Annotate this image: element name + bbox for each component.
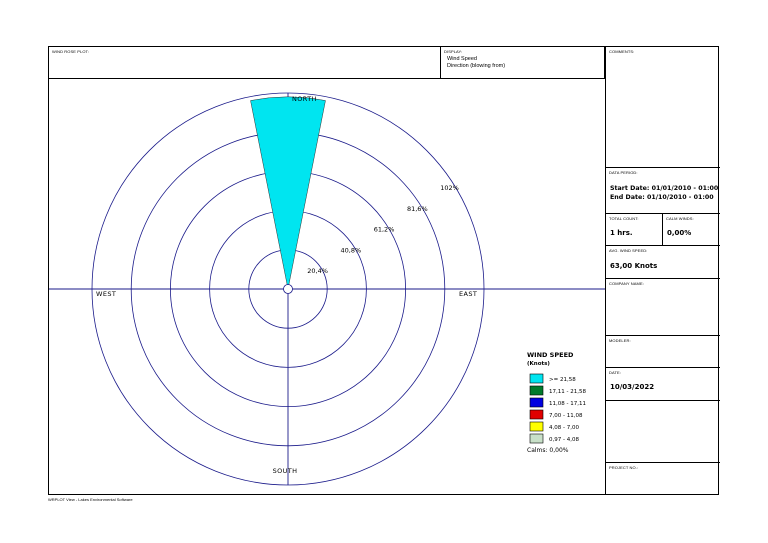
east-label: EAST xyxy=(459,290,477,298)
legend-swatch-4 xyxy=(529,409,544,420)
comments-box: COMMENTS: xyxy=(606,47,720,168)
data-period-caption: DATA PERIOD: xyxy=(609,170,638,175)
start-date: Start Date: 01/01/2010 - 01:00 xyxy=(610,185,719,192)
date-box: DATE: 10/03/2022 xyxy=(606,368,720,401)
south-label: SOUTH xyxy=(273,467,298,475)
legend-swatch-1 xyxy=(529,373,544,384)
total-count-cell: TOTAL COUNT: 1 hrs. xyxy=(606,214,663,245)
legend-label-3: 11,08 - 17,11 xyxy=(549,401,586,407)
legend-label-1: >= 21,58 xyxy=(549,377,576,383)
display-line1: Wind Speed xyxy=(447,56,477,62)
data-period-box: DATA PERIOD: Start Date: 01/01/2010 - 01… xyxy=(606,168,720,214)
ring-label-3: 61,2% xyxy=(374,226,395,234)
date-caption: DATE: xyxy=(609,370,621,375)
legend-swatch-6 xyxy=(529,433,544,444)
total-count-caption: TOTAL COUNT: xyxy=(609,216,639,221)
project-caption: PROJECT NO.: xyxy=(609,465,639,470)
display-box: DISPLAY: Wind Speed Direction (blowing f… xyxy=(441,47,605,79)
avg-speed-box: AVG. WIND SPEED: 63,00 Knots xyxy=(606,246,720,279)
plot-title-box: WIND ROSE PLOT: xyxy=(49,47,441,79)
display-line2: Direction (blowing from) xyxy=(447,63,506,69)
modeler-box: MODELER: xyxy=(606,336,720,368)
legend-label-4: 7,00 - 11,08 xyxy=(549,413,583,419)
company-box: COMPANY NAME: xyxy=(606,279,720,336)
legend-calms: Calms: 0,00% xyxy=(527,447,569,454)
ring-label-2: 40,8% xyxy=(340,246,361,254)
display-caption: DISPLAY: xyxy=(444,49,463,54)
legend-title: WIND SPEED xyxy=(527,351,574,359)
total-count-value: 1 hrs. xyxy=(610,229,633,237)
end-date: End Date: 01/10/2010 - 01:00 xyxy=(610,194,714,201)
ring-label-1: 20,4% xyxy=(307,267,328,275)
count-box: TOTAL COUNT: 1 hrs. CALM WINDS: 0,00% xyxy=(606,214,720,246)
calm-winds-value: 0,00% xyxy=(667,229,692,237)
calm-winds-caption: CALM WINDS: xyxy=(666,216,694,221)
legend-swatch-2 xyxy=(529,385,544,396)
plot-caption: WIND ROSE PLOT: xyxy=(52,49,89,54)
project-box: PROJECT NO.: xyxy=(606,463,720,494)
legend-label-5: 4,08 - 7,00 xyxy=(549,425,579,431)
ring-label-4: 81,6% xyxy=(407,205,428,213)
north-label: NORTH xyxy=(292,95,317,103)
legend-swatch-3 xyxy=(529,397,544,408)
ring-label-5: 102% xyxy=(440,184,459,192)
legend-label-6: 0,97 - 4,08 xyxy=(549,437,579,443)
comments-caption: COMMENTS: xyxy=(609,49,635,54)
date-value: 10/03/2022 xyxy=(610,383,655,391)
avg-speed-value: 63,00 Knots xyxy=(610,262,658,270)
calm-center-circle xyxy=(283,284,293,294)
report-frame: WIND ROSE PLOT: DISPLAY: Wind Speed Dire… xyxy=(48,46,720,495)
legend-swatch-5 xyxy=(529,421,544,432)
legend-label-2: 17,11 - 21,58 xyxy=(549,389,586,395)
avg-speed-caption: AVG. WIND SPEED: xyxy=(609,248,648,253)
west-label: WEST xyxy=(96,290,116,298)
blank-box xyxy=(606,401,720,463)
modeler-caption: MODELER: xyxy=(609,338,631,343)
legend-unit: (Knots) xyxy=(527,361,550,367)
wind-rose-chart: 20,4% 40,8% 61,2% 81,6% 102% NORTH SOUTH WEST E… xyxy=(49,92,605,486)
software-credit: WRPLOT View - Lakes Environmental Softwa… xyxy=(48,497,133,502)
company-caption: COMPANY NAME: xyxy=(609,281,644,286)
info-panel: COMMENTS: DATA PERIOD: Start Date: 01/01… xyxy=(605,47,720,494)
